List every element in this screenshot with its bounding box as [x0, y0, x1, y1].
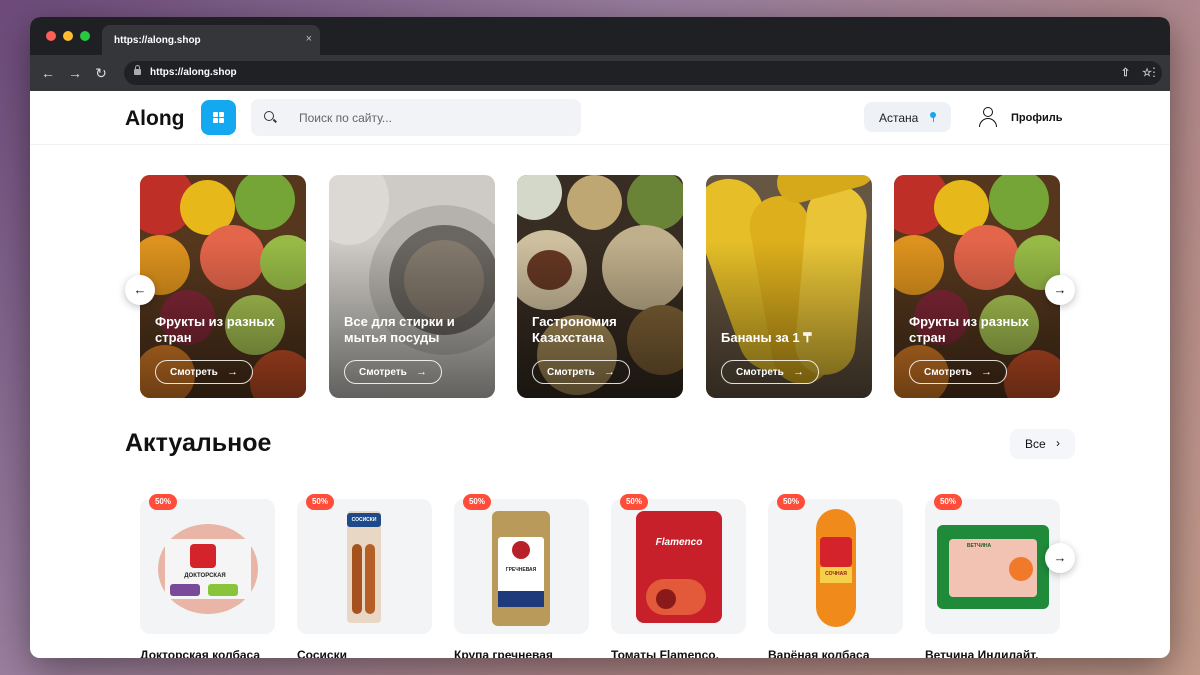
banner-view-button[interactable]: Смотреть →	[721, 360, 819, 384]
discount-badge: 50%	[620, 494, 648, 510]
discount-badge: 50%	[463, 494, 491, 510]
view-all-label: Все	[1025, 437, 1046, 451]
banner-view-button[interactable]: Смотреть →	[909, 360, 1007, 384]
arrow-right-icon: →	[604, 366, 615, 378]
carousel-prev-button[interactable]: ←	[125, 275, 155, 305]
user-icon[interactable]	[978, 107, 998, 127]
arrow-right-icon: →	[793, 366, 804, 378]
arrow-right-icon: →	[1053, 550, 1067, 565]
banner-carousel: Фрукты из разных стран Смотреть → Все дл…	[30, 175, 1170, 399]
chevron-right-icon: ›	[1056, 436, 1060, 450]
product-name[interactable]: Крупа гречневая	[454, 648, 589, 658]
pack-text: ГРЕЧНЕВАЯ	[505, 567, 537, 573]
arrow-left-icon: ←	[133, 282, 147, 297]
location-pin-icon	[930, 112, 936, 122]
browser-menu-icon[interactable]: ⋮	[1148, 65, 1160, 79]
product-list: ДОКТОРСКАЯ 50% Докторская колбаса СОСИСК…	[30, 494, 1170, 658]
discount-badge: 50%	[306, 494, 334, 510]
product-card[interactable]: Flamenco 50% Томаты Flamenco,	[611, 494, 746, 658]
city-label: Астана	[879, 111, 919, 125]
banner-view-button[interactable]: Смотреть →	[155, 360, 253, 384]
back-icon[interactable]: ←	[39, 64, 57, 82]
banner-cta-label: Смотреть	[547, 367, 595, 378]
catalog-button[interactable]	[201, 100, 236, 135]
pack-text: Flamenco	[655, 537, 703, 548]
discount-badge: 50%	[934, 494, 962, 510]
arrow-right-icon: →	[416, 366, 427, 378]
banner-view-button[interactable]: Смотреть →	[532, 360, 630, 384]
pack-text: СОСИСКИ	[351, 517, 377, 523]
product-name[interactable]: Томаты Flamenco,	[611, 648, 746, 658]
banner-cta-label: Смотреть	[924, 367, 972, 378]
carousel-next-button[interactable]: →	[1045, 275, 1075, 305]
address-bar[interactable]: https://along.shop ⇧ ☆	[124, 61, 1162, 85]
city-selector[interactable]: Астана	[864, 102, 951, 132]
product-card[interactable]: ГРЕЧНЕВАЯ 50% Крупа гречневая	[454, 494, 589, 658]
product-image: ГРЕЧНЕВАЯ	[454, 499, 589, 634]
banner-title: Бананы за 1 ₸	[721, 330, 812, 345]
product-name[interactable]: Ветчина Индилайт,	[925, 648, 1060, 658]
site-header: Along Астана Профиль	[30, 91, 1170, 145]
product-card[interactable]: СОСИСКИ 50% Сосиски	[297, 494, 432, 658]
banner-cta-label: Смотреть	[736, 367, 784, 378]
product-name[interactable]: Варёная колбаса	[768, 648, 903, 658]
tab-close-icon[interactable]: ×	[306, 33, 312, 45]
view-all-button[interactable]: Все ›	[1010, 429, 1075, 459]
product-card[interactable]: ВЕТЧИНА 50% Ветчина Индилайт,	[925, 494, 1060, 658]
product-name[interactable]: Докторская колбаса	[140, 648, 275, 658]
banner-card[interactable]: Все для стирки и мытья посуды Смотреть →	[329, 175, 495, 398]
banner-view-button[interactable]: Смотреть →	[344, 360, 442, 384]
share-icon[interactable]: ⇧	[1121, 66, 1130, 79]
product-image: Flamenco	[611, 499, 746, 634]
banner-card[interactable]: Фрукты из разных стран Смотреть →	[894, 175, 1060, 398]
banner-title: Все для стирки и мытья посуды	[344, 314, 455, 345]
product-card[interactable]: ДОКТОРСКАЯ 50% Докторская колбаса	[140, 494, 275, 658]
address-url: https://along.shop	[150, 67, 237, 78]
browser-window: https://along.shop × ← → ↻ https://along…	[30, 17, 1170, 658]
search-icon[interactable]	[264, 111, 274, 121]
discount-badge: 50%	[777, 494, 805, 510]
pack-text: ДОКТОРСКАЯ	[184, 573, 226, 579]
minimize-window-button[interactable]	[63, 31, 73, 41]
forward-icon[interactable]: →	[66, 64, 84, 82]
product-image: СОЧНАЯ	[768, 499, 903, 634]
reload-icon[interactable]: ↻	[92, 64, 110, 82]
banner-cta-label: Смотреть	[359, 367, 407, 378]
search-bar	[251, 99, 581, 136]
browser-tab[interactable]: https://along.shop ×	[102, 25, 320, 55]
arrow-right-icon: →	[981, 366, 992, 378]
banner-title: Фрукты из разных стран	[155, 314, 275, 345]
arrow-right-icon: →	[227, 366, 238, 378]
product-image: ВЕТЧИНА	[925, 499, 1060, 634]
maximize-window-button[interactable]	[80, 31, 90, 41]
page: Along Астана Профиль	[30, 91, 1170, 658]
profile-link[interactable]: Профиль	[1011, 112, 1062, 124]
site-logo[interactable]: Along	[125, 107, 184, 131]
pack-text: ВЕТЧИНА	[966, 543, 992, 549]
banner-cta-label: Смотреть	[170, 367, 218, 378]
products-next-button[interactable]: →	[1045, 543, 1075, 573]
arrow-right-icon: →	[1053, 282, 1067, 297]
product-image: СОСИСКИ	[297, 499, 432, 634]
product-name[interactable]: Сосиски	[297, 648, 432, 658]
banner-title: Гастрономия Казахстана	[532, 314, 617, 345]
banner-card[interactable]: Бананы за 1 ₸ Смотреть →	[706, 175, 872, 398]
lock-icon	[134, 65, 141, 75]
product-image: ДОКТОРСКАЯ	[140, 499, 275, 634]
section-title: Актуальное	[125, 429, 272, 457]
browser-toolbar: ← → ↻ https://along.shop ⇧ ☆ ⋮	[30, 55, 1170, 91]
pack-text: СОЧНАЯ	[825, 571, 847, 577]
banner-card[interactable]: Фрукты из разных стран Смотреть →	[140, 175, 306, 398]
tab-title: https://along.shop	[114, 35, 201, 46]
close-window-button[interactable]	[46, 31, 56, 41]
banner-title: Фрукты из разных стран	[909, 314, 1029, 345]
window-controls	[46, 31, 90, 41]
browser-titlebar: https://along.shop ×	[30, 17, 1170, 55]
search-input[interactable]	[299, 108, 559, 128]
discount-badge: 50%	[149, 494, 177, 510]
product-card[interactable]: СОЧНАЯ 50% Варёная колбаса	[768, 494, 903, 658]
banner-card[interactable]: Гастрономия Казахстана Смотреть →	[517, 175, 683, 398]
